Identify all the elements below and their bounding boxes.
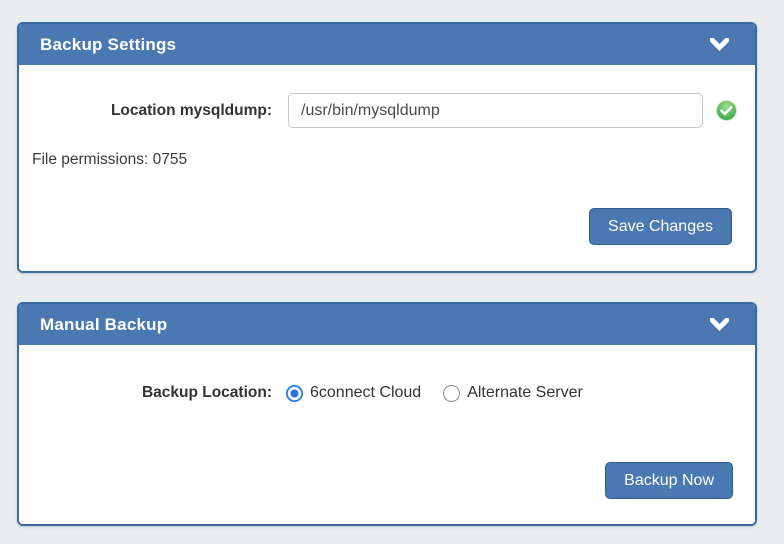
manual-backup-panel-header[interactable]: Manual Backup — [19, 304, 755, 345]
panel-title: Manual Backup — [40, 315, 167, 335]
backup-settings-panel-header[interactable]: Backup Settings — [19, 24, 755, 65]
radio-option-alternate-server[interactable]: Alternate Server — [443, 384, 583, 402]
mysqldump-location-label: Location mysqldump: — [19, 102, 272, 120]
manual-backup-body: Backup Location: 6connect Cloud Alternat… — [19, 345, 755, 524]
chevron-down-icon[interactable] — [710, 38, 729, 51]
radio-unselected-icon[interactable] — [443, 385, 460, 402]
mysqldump-location-input[interactable] — [288, 93, 703, 128]
backup-location-row: Backup Location: 6connect Cloud Alternat… — [19, 345, 755, 402]
save-changes-button[interactable]: Save Changes — [589, 208, 732, 245]
radio-option-6connect-cloud[interactable]: 6connect Cloud — [286, 384, 421, 402]
backup-location-label: Backup Location: — [19, 384, 272, 402]
radio-option-label: 6connect Cloud — [310, 384, 421, 402]
backup-now-button[interactable]: Backup Now — [605, 462, 733, 499]
panel-title: Backup Settings — [40, 35, 176, 55]
backup-settings-body: Location mysqldump: — [19, 65, 755, 271]
radio-option-label: Alternate Server — [467, 384, 583, 402]
manual-backup-panel: Manual Backup Backup Location: 6connect … — [17, 302, 757, 526]
file-permissions-text: File permissions: 0755 — [32, 151, 755, 169]
mysqldump-location-row: Location mysqldump: — [19, 65, 755, 128]
chevron-down-icon[interactable] — [710, 318, 729, 331]
radio-selected-icon[interactable] — [286, 385, 303, 402]
backup-location-radio-group: 6connect Cloud Alternate Server — [286, 384, 583, 402]
backup-settings-panel: Backup Settings Location mysqldump: — [17, 22, 757, 273]
backup-settings-page: Backup Settings Location mysqldump: — [0, 0, 784, 526]
check-circle-icon — [716, 100, 737, 121]
